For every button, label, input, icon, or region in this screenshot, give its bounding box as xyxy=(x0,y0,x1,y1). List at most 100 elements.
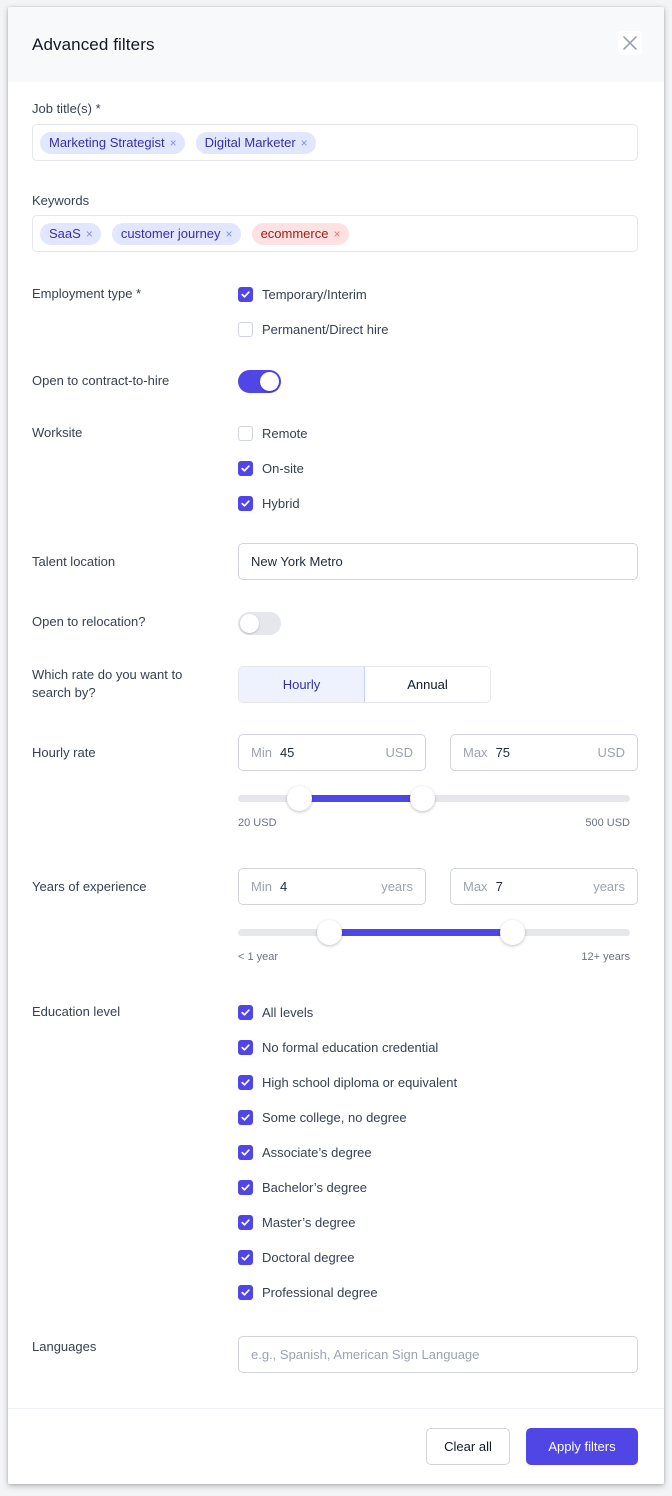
close-icon xyxy=(623,36,637,50)
checkbox-remote[interactable]: Remote xyxy=(238,424,308,442)
close-button[interactable] xyxy=(618,31,642,55)
experience-max-input[interactable]: Max 7 years xyxy=(450,868,638,905)
checkbox-unchecked-icon[interactable] xyxy=(238,425,253,441)
modal-header: Advanced filters xyxy=(8,7,664,82)
rate-type-annual[interactable]: Annual xyxy=(365,667,490,702)
slider-min-label: < 1 year xyxy=(238,951,279,963)
checkbox-label: Bachelor’s degree xyxy=(262,1179,368,1195)
education-option[interactable]: Master’s degree xyxy=(238,1213,457,1231)
slider-min-handle[interactable] xyxy=(317,920,343,945)
checkbox-checked-icon[interactable] xyxy=(238,1039,253,1055)
education-group: All levels No formal education credential… xyxy=(238,1003,457,1301)
contract-to-hire-toggle[interactable] xyxy=(238,370,281,393)
slider-max-handle[interactable] xyxy=(500,920,526,945)
talent-location-input[interactable]: New York Metro xyxy=(238,543,638,580)
education-option[interactable]: High school diploma or equivalent xyxy=(238,1073,457,1091)
checkbox-checked-icon[interactable] xyxy=(238,1179,253,1195)
min-prefix: Min xyxy=(251,879,272,894)
remove-chip-icon[interactable]: × xyxy=(301,136,308,150)
max-prefix: Max xyxy=(463,745,488,760)
keywords-input[interactable]: SaaS × customer journey × ecommerce × xyxy=(32,215,638,252)
checkbox-checked-icon[interactable] xyxy=(238,1249,253,1265)
job-title-chip: Digital Marketer × xyxy=(195,131,316,154)
remove-chip-icon[interactable]: × xyxy=(333,227,340,241)
experience-slider[interactable] xyxy=(238,917,630,947)
unit-label: USD xyxy=(385,745,413,760)
slider-fill xyxy=(329,929,513,936)
chip-label: SaaS xyxy=(49,226,81,241)
slider-min-handle[interactable] xyxy=(286,786,312,811)
slider-fill xyxy=(298,795,423,802)
toggle-knob xyxy=(260,372,279,391)
advanced-filters-modal: Advanced filters Job title(s) * Marketin… xyxy=(8,7,664,1484)
slider-min-label: 20 USD xyxy=(238,817,277,829)
slider-max-label: 500 USD xyxy=(585,817,630,829)
checkbox-checked-icon[interactable] xyxy=(238,1214,253,1230)
hourly-rate-max-input[interactable]: Max 75 USD xyxy=(450,734,638,771)
checkbox-label: No formal education credential xyxy=(262,1039,439,1055)
unit-label: years xyxy=(593,879,625,894)
checkbox-temporary[interactable]: Temporary/Interim xyxy=(238,285,388,303)
remove-chip-icon[interactable]: × xyxy=(86,227,93,241)
checkbox-label: All levels xyxy=(262,1004,314,1020)
talent-location-label: Talent location xyxy=(32,554,116,569)
languages-input[interactable]: e.g., Spanish, American Sign Language xyxy=(238,1336,638,1373)
checkbox-checked-icon[interactable] xyxy=(238,460,253,476)
education-option[interactable]: No formal education credential xyxy=(238,1038,457,1056)
rate-type-label: Which rate do you want to search by? xyxy=(32,667,183,700)
checkbox-checked-icon[interactable] xyxy=(238,1004,253,1020)
chip-label: customer journey xyxy=(120,226,221,241)
checkbox-label: Master’s degree xyxy=(262,1214,356,1230)
experience-min-input[interactable]: Min 4 years xyxy=(238,868,426,905)
checkbox-checked-icon[interactable] xyxy=(238,1074,253,1090)
slider-max-label: 12+ years xyxy=(581,951,630,963)
employment-type-group: Temporary/Interim Permanent/Direct hire xyxy=(238,285,388,338)
keyword-chip: customer journey × xyxy=(111,222,241,245)
relocation-toggle[interactable] xyxy=(238,612,281,635)
employment-type-label: Employment type * xyxy=(32,286,142,301)
checkbox-permanent[interactable]: Permanent/Direct hire xyxy=(238,320,388,338)
job-titles-label: Job title(s) * xyxy=(32,101,101,116)
checkbox-label: Hybrid xyxy=(262,495,300,511)
checkbox-label: Permanent/Direct hire xyxy=(262,321,389,337)
checkbox-unchecked-icon[interactable] xyxy=(238,321,253,337)
education-option[interactable]: Bachelor’s degree xyxy=(238,1178,457,1196)
clear-all-button[interactable]: Clear all xyxy=(426,1428,510,1465)
checkbox-checked-icon[interactable] xyxy=(238,1284,253,1300)
checkbox-label: Temporary/Interim xyxy=(262,286,367,302)
education-option[interactable]: Professional degree xyxy=(238,1283,457,1301)
slider-max-handle[interactable] xyxy=(410,786,436,811)
checkbox-checked-icon[interactable] xyxy=(238,286,253,302)
keyword-chip: SaaS × xyxy=(40,222,101,245)
hourly-rate-min-input[interactable]: Min 45 USD xyxy=(238,734,426,771)
remove-chip-icon[interactable]: × xyxy=(170,136,177,150)
education-option[interactable]: Some college, no degree xyxy=(238,1108,457,1126)
education-option[interactable]: Doctoral degree xyxy=(238,1248,457,1266)
checkbox-checked-icon[interactable] xyxy=(238,1144,253,1160)
min-value: 4 xyxy=(279,879,288,894)
hourly-rate-slider[interactable] xyxy=(238,783,630,813)
keyword-chip-excluded: ecommerce × xyxy=(251,222,349,245)
max-value: 75 xyxy=(495,745,511,760)
checkbox-checked-icon[interactable] xyxy=(238,1109,253,1125)
languages-label: Languages xyxy=(32,1339,97,1354)
max-prefix: Max xyxy=(463,879,488,894)
remove-chip-icon[interactable]: × xyxy=(226,227,233,241)
contract-to-hire-label: Open to contract-to-hire xyxy=(32,373,170,388)
checkbox-checked-icon[interactable] xyxy=(238,495,253,511)
education-option[interactable]: All levels xyxy=(238,1003,457,1021)
keywords-label: Keywords xyxy=(32,193,90,208)
checkbox-label: Professional degree xyxy=(262,1284,378,1300)
job-title-chip: Marketing Strategist × xyxy=(40,131,185,154)
job-titles-input[interactable]: Marketing Strategist × Digital Marketer … xyxy=(32,124,638,161)
checkbox-label: Some college, no degree xyxy=(262,1109,407,1125)
checkbox-onsite[interactable]: On-site xyxy=(238,459,308,477)
education-option[interactable]: Associate’s degree xyxy=(238,1143,457,1161)
checkbox-label: Associate’s degree xyxy=(262,1144,372,1160)
rate-type-segmented-control: Hourly Annual xyxy=(238,666,491,703)
relocation-label: Open to relocation? xyxy=(32,614,146,629)
rate-type-hourly[interactable]: Hourly xyxy=(239,667,365,702)
apply-filters-button[interactable]: Apply filters xyxy=(526,1428,638,1465)
checkbox-hybrid[interactable]: Hybrid xyxy=(238,494,308,512)
modal-title: Advanced filters xyxy=(32,34,155,54)
